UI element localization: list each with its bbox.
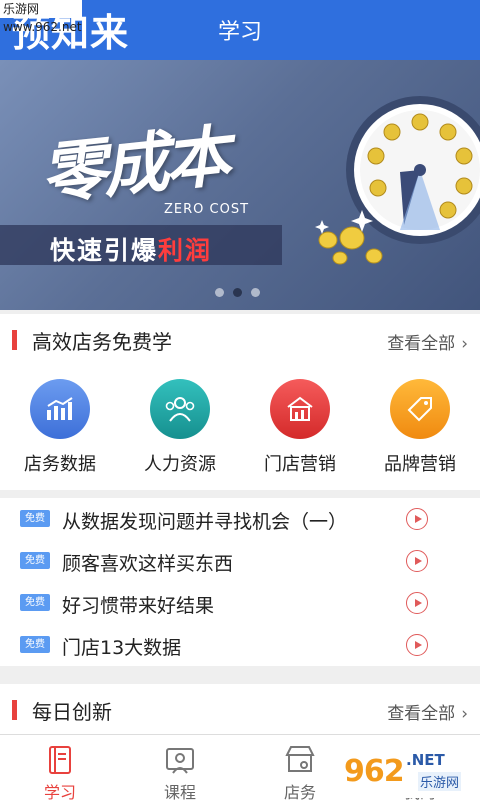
book-icon xyxy=(49,746,71,774)
tag-icon xyxy=(390,379,450,439)
category-hr[interactable]: 人力资源 xyxy=(120,360,240,490)
view-all-label: 查看全部 xyxy=(387,704,456,724)
page-title: 学习 xyxy=(217,20,262,45)
play-icon[interactable] xyxy=(406,550,428,572)
watermark-digits: 962 xyxy=(344,754,405,789)
category-brand-marketing[interactable]: 品牌营销 xyxy=(360,360,480,490)
promo-banner[interactable]: 零成本 ZERO COST 快速引爆利润 xyxy=(0,60,480,310)
category-grid: 店务数据 人力资源 门店营销 品牌营销 xyxy=(0,360,480,490)
section-title: 高效店务免费学 xyxy=(32,330,172,354)
shop-icon xyxy=(285,746,315,772)
people-icon xyxy=(150,379,210,439)
section-marker xyxy=(12,330,17,350)
category-label: 品牌营销 xyxy=(384,454,456,475)
category-label: 人力资源 xyxy=(144,454,216,475)
category-label: 店务数据 xyxy=(24,454,96,475)
category-store-marketing[interactable]: 门店营销 xyxy=(240,360,360,490)
store-icon xyxy=(270,379,330,439)
carousel-dot[interactable] xyxy=(251,288,260,297)
list-item[interactable]: 免费 好习惯带来好结果 xyxy=(0,582,480,624)
play-icon[interactable] xyxy=(406,592,428,614)
chevron-right-icon: › xyxy=(461,704,468,724)
category-label: 门店营销 xyxy=(264,454,336,475)
view-all-link[interactable]: 查看全部 › xyxy=(387,699,468,724)
banner-slogan-highlight: 利润 xyxy=(158,236,213,265)
free-badge: 免费 xyxy=(20,636,50,653)
chart-icon xyxy=(30,379,90,439)
course-title: 门店13大数据 xyxy=(62,637,182,659)
carousel-dot[interactable] xyxy=(215,288,224,297)
banner-subtitle: ZERO COST xyxy=(164,202,250,217)
banner-title: 零成本 xyxy=(36,116,231,214)
list-item[interactable]: 免费 门店13大数据 xyxy=(0,624,480,666)
course-title: 从数据发现问题并寻找机会（一） xyxy=(62,511,348,533)
course-list: 免费 从数据发现问题并寻找机会（一） 免费 顾客喜欢这样买东西 免费 好习惯带来… xyxy=(0,498,480,666)
play-icon[interactable] xyxy=(406,508,428,530)
watermark-logo: 962 xyxy=(344,754,405,789)
free-badge: 免费 xyxy=(20,510,50,527)
tab-courses[interactable]: 课程 xyxy=(120,735,240,800)
course-title: 好习惯带来好结果 xyxy=(62,595,215,617)
tab-label: 学习 xyxy=(43,783,76,800)
course-icon xyxy=(166,748,194,774)
app-header: 预知来 乐游网 www.962.net 学习 xyxy=(0,0,480,60)
free-badge: 免费 xyxy=(20,594,50,611)
view-all-link[interactable]: 查看全部 › xyxy=(387,329,468,354)
play-icon[interactable] xyxy=(406,634,428,656)
tab-label: 课程 xyxy=(163,783,196,800)
section-header-store: 高效店务免费学 查看全部 › xyxy=(0,314,480,364)
section-marker xyxy=(12,700,17,720)
banner-slogan: 快速引爆利润 xyxy=(50,231,212,267)
carousel-dots xyxy=(215,288,260,297)
tab-study[interactable]: 学习 xyxy=(0,735,120,800)
chevron-right-icon: › xyxy=(461,334,468,354)
site-watermark: 962 .NET 乐游网 xyxy=(338,748,478,798)
list-item[interactable]: 免费 从数据发现问题并寻找机会（一） xyxy=(0,498,480,540)
carousel-dot-active[interactable] xyxy=(233,288,242,297)
list-item[interactable]: 免费 顾客喜欢这样买东西 xyxy=(0,540,480,582)
course-title: 顾客喜欢这样买东西 xyxy=(62,553,234,575)
category-store-data[interactable]: 店务数据 xyxy=(0,360,120,490)
banner-slogan-main: 快速引爆 xyxy=(50,236,159,265)
free-badge: 免费 xyxy=(20,552,50,569)
section-header-daily: 每日创新 查看全部 › xyxy=(0,684,480,734)
watermark-site-name: 乐游网 xyxy=(418,772,462,791)
section-title: 每日创新 xyxy=(32,700,112,724)
view-all-label: 查看全部 xyxy=(387,334,456,354)
watermark-suffix: .NET xyxy=(406,751,445,769)
